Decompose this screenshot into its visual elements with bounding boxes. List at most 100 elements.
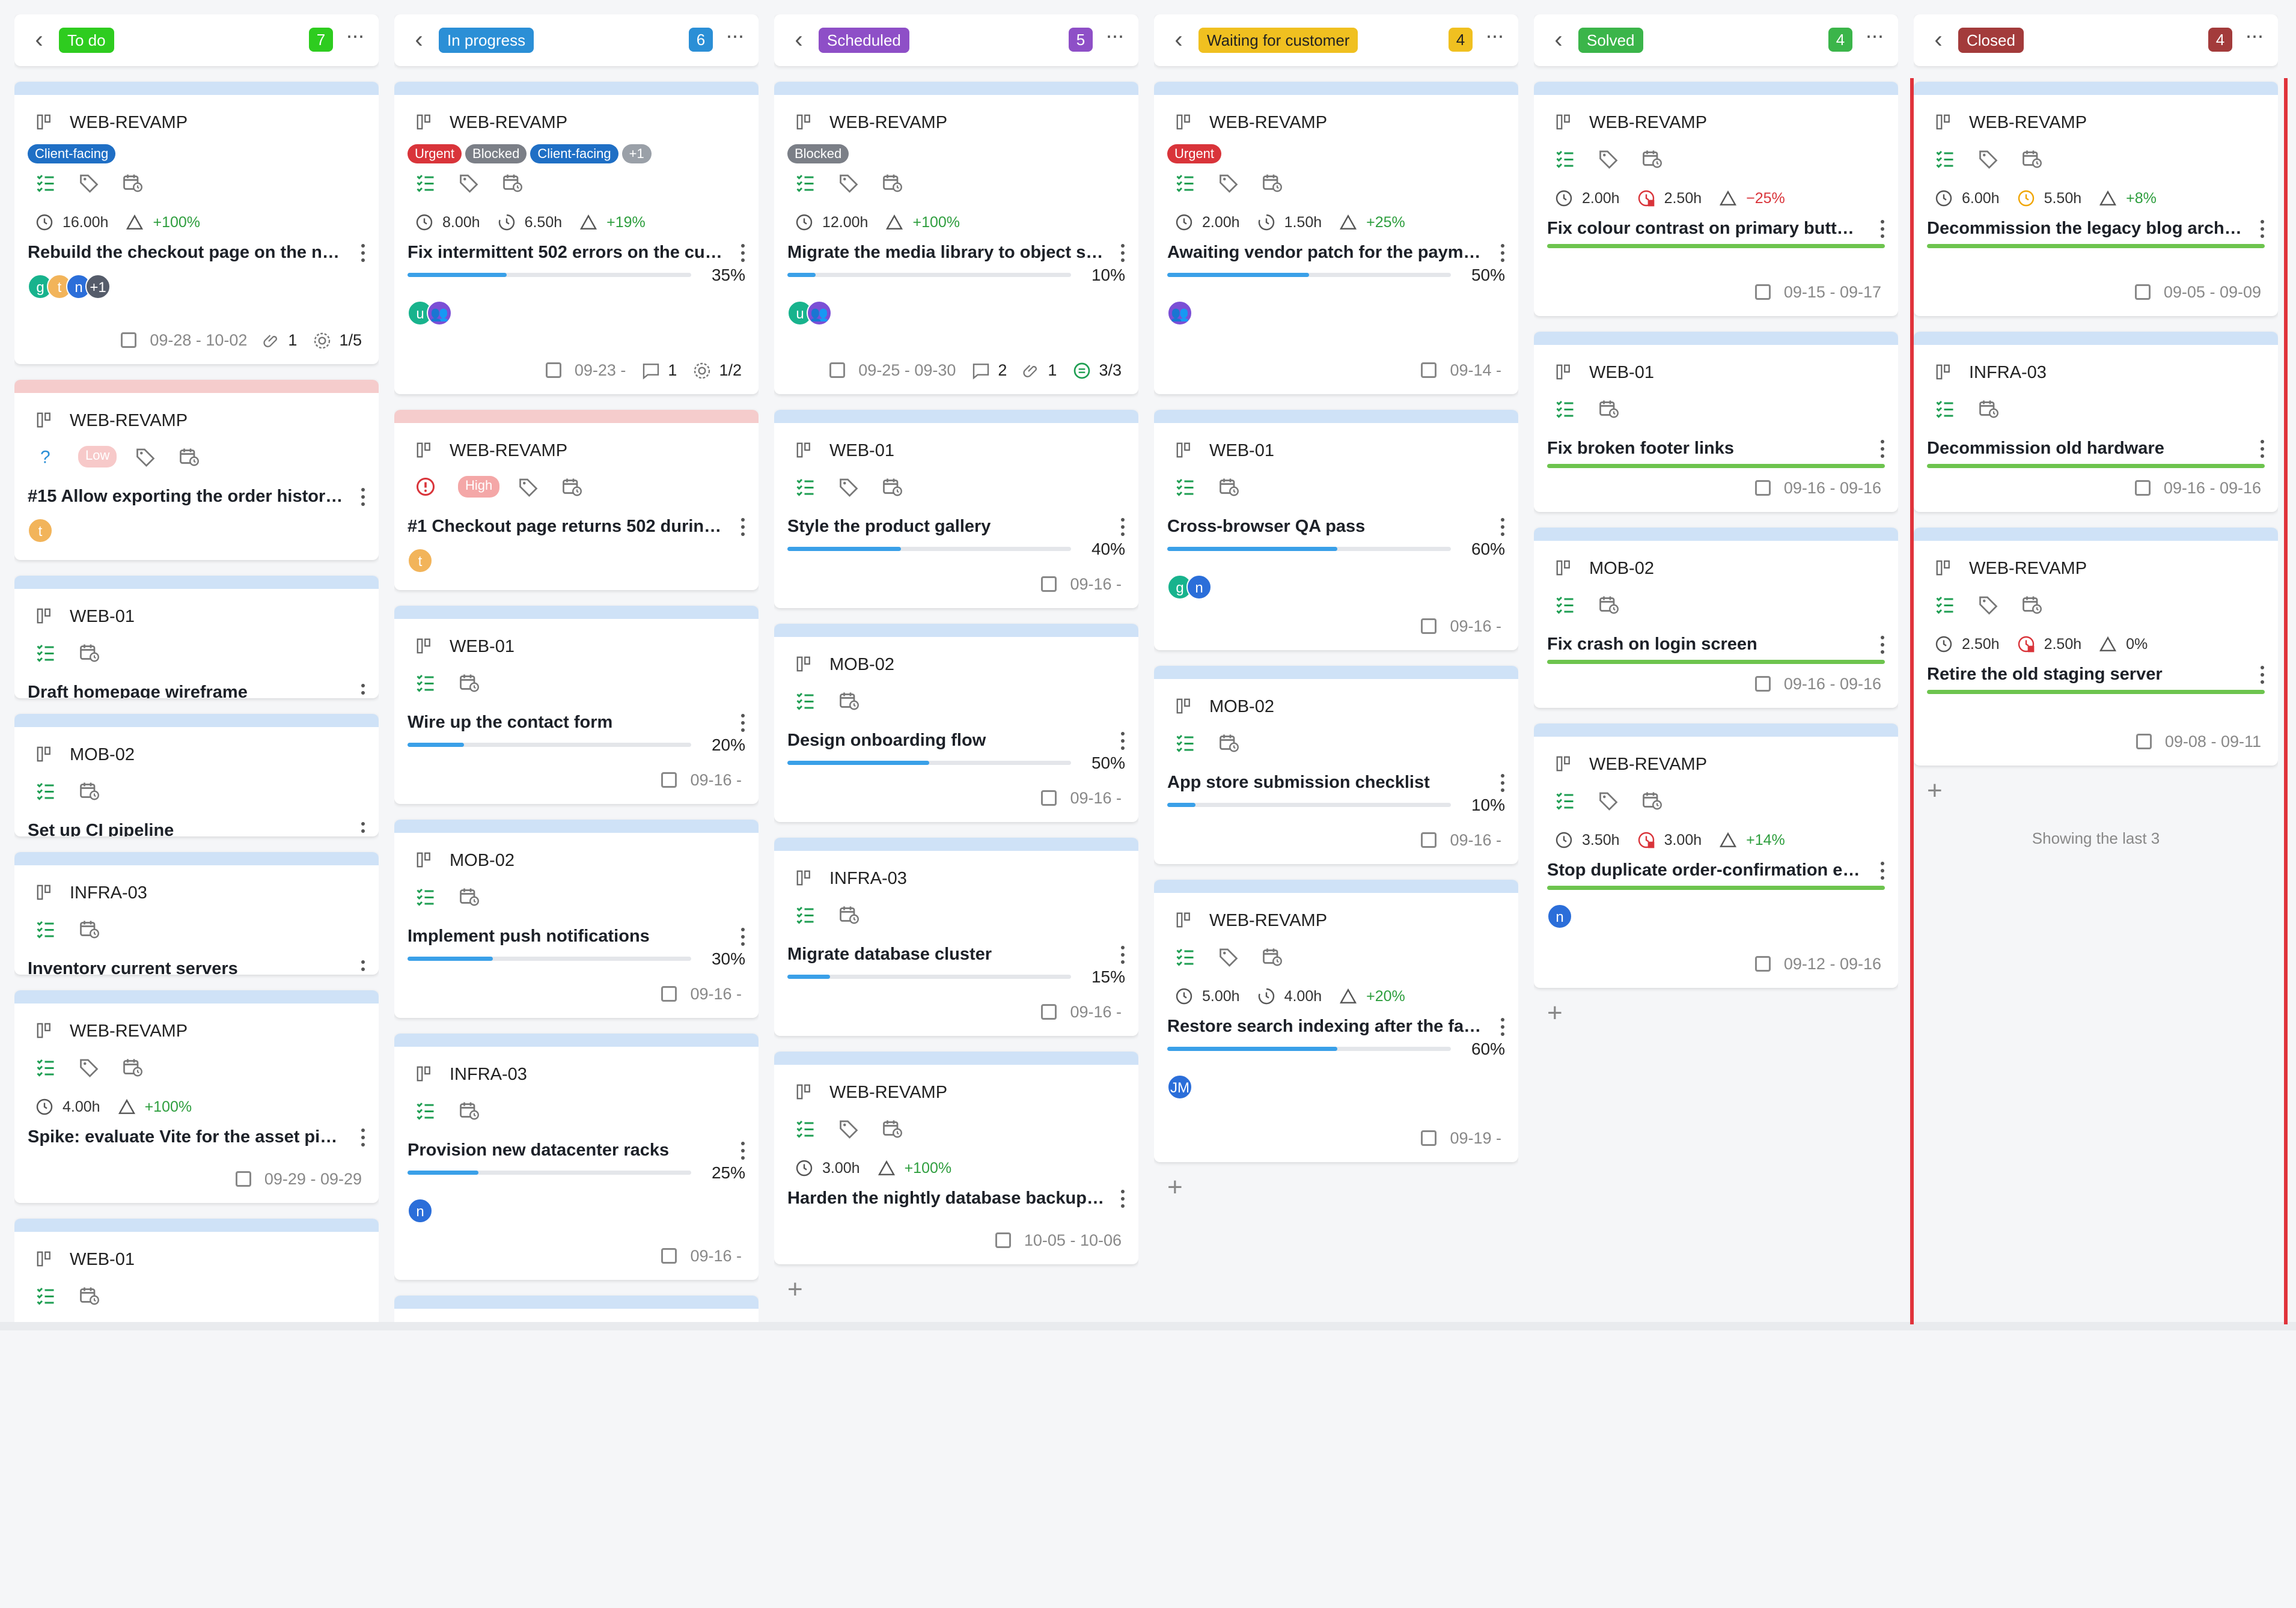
card-title[interactable]: Fix broken footer links xyxy=(1547,436,1864,460)
calendar-clock-icon[interactable] xyxy=(1641,790,1662,811)
card-title[interactable]: Migrate database cluster xyxy=(787,942,1105,966)
calendar-clock-icon[interactable] xyxy=(121,172,143,193)
card-title[interactable]: Wire up the contact form xyxy=(408,710,725,734)
avatar[interactable]: JM xyxy=(1167,1074,1192,1100)
card-menu-icon[interactable] xyxy=(1119,732,1125,750)
task-card[interactable]: WEB-01 Style the product gallery 40% 09-16 … xyxy=(774,410,1138,608)
column-more-icon[interactable]: ··· xyxy=(1862,25,1886,50)
card-title[interactable]: Provision new datacenter racks xyxy=(408,1138,725,1162)
calendar-clock-icon[interactable] xyxy=(78,780,100,802)
task-card[interactable]: MOB-02 Implement push notifications 30% 09-… xyxy=(394,820,759,1018)
card-title[interactable]: Rebuild the checkout page on the new des… xyxy=(28,240,345,264)
card-menu-icon[interactable] xyxy=(359,488,365,506)
calendar-clock-icon[interactable] xyxy=(881,1118,903,1139)
task-card[interactable]: WEB-REVAMP Urgent 2.00h 1.50h +25% Awaiting v… xyxy=(1154,82,1518,394)
task-card[interactable]: WEB-REVAMP 2.00h 2.50h −25% Fix colour contr… xyxy=(1534,82,1898,316)
checklist-icon[interactable] xyxy=(415,172,436,193)
checklist-icon[interactable] xyxy=(795,1118,816,1139)
checklist-icon[interactable] xyxy=(795,904,816,925)
card-title[interactable]: #15 Allow exporting the order history as… xyxy=(28,484,345,508)
calendar-clock-icon[interactable] xyxy=(1261,946,1283,967)
tag-chip[interactable]: Blocked xyxy=(465,144,527,163)
checklist-icon[interactable] xyxy=(1174,172,1196,193)
calendar-clock-icon[interactable] xyxy=(178,446,200,467)
tag-chip[interactable]: Urgent xyxy=(1167,144,1222,163)
card-menu-icon[interactable] xyxy=(1879,862,1885,880)
task-card[interactable]: INFRA-03 Inventory current servers xyxy=(14,852,379,975)
checklist-icon[interactable] xyxy=(35,780,56,802)
tag-icon[interactable] xyxy=(838,476,859,498)
avatar[interactable]: 👥 xyxy=(807,300,832,326)
column-more-icon[interactable]: ··· xyxy=(343,25,367,50)
checklist-icon[interactable] xyxy=(1174,476,1196,498)
card-menu-icon[interactable] xyxy=(359,684,365,698)
checklist-icon[interactable] xyxy=(35,172,56,193)
calendar-clock-icon[interactable] xyxy=(121,1056,143,1078)
add-card-button[interactable]: + xyxy=(1547,1000,1563,1026)
task-card[interactable]: WEB-REVAMP 3.50h 3.00h +14% Stop duplicate o… xyxy=(1534,723,1898,988)
card-title[interactable]: Spike: evaluate Vite for the asset pipel… xyxy=(28,1125,345,1149)
card-menu-icon[interactable] xyxy=(2259,440,2265,458)
tag-chip[interactable]: Urgent xyxy=(408,144,462,163)
column-more-icon[interactable]: ··· xyxy=(2242,25,2266,50)
card-menu-icon[interactable] xyxy=(739,714,745,732)
calendar-clock-icon[interactable] xyxy=(881,172,903,193)
question-icon[interactable]: ? xyxy=(35,446,56,467)
task-card[interactable]: WEB-REVAMP 6.00h 5.50h +8% Decommission the … xyxy=(1914,82,2278,316)
checklist-icon[interactable] xyxy=(795,172,816,193)
task-card[interactable]: WEB-01 Wire up the contact form 20% 09-16 - xyxy=(394,606,759,804)
task-card[interactable]: WEB-REVAMP Urgent Blocked Client-facing +1 8.… xyxy=(394,82,759,394)
tag-icon[interactable] xyxy=(1218,172,1239,193)
tag-icon[interactable] xyxy=(838,1118,859,1139)
task-card[interactable]: WEB-REVAMP xyxy=(394,1296,759,1322)
tag-icon[interactable] xyxy=(1218,946,1239,967)
card-menu-icon[interactable] xyxy=(359,1128,365,1147)
task-card[interactable]: WEB-REVAMP? Low #15 Allow exporting the or… xyxy=(14,380,379,560)
calendar-clock-icon[interactable] xyxy=(1598,398,1619,419)
avatar[interactable]: t xyxy=(28,518,53,543)
avatar[interactable]: n xyxy=(408,1198,433,1223)
tag-chip[interactable]: Blocked xyxy=(787,144,849,163)
tag-icon[interactable] xyxy=(135,446,156,467)
checklist-icon[interactable] xyxy=(35,1285,56,1306)
calendar-clock-icon[interactable] xyxy=(1218,732,1239,754)
avatar[interactable]: n xyxy=(1186,574,1212,600)
collapse-chevron-icon[interactable]: ‹ xyxy=(408,28,430,52)
card-title[interactable]: Style the product gallery xyxy=(787,514,1105,538)
calendar-clock-icon[interactable] xyxy=(2021,148,2042,169)
column-more-icon[interactable]: ··· xyxy=(722,25,747,50)
calendar-clock-icon[interactable] xyxy=(838,690,859,711)
checklist-icon[interactable] xyxy=(1554,398,1576,419)
calendar-clock-icon[interactable] xyxy=(881,476,903,498)
calendar-clock-icon[interactable] xyxy=(1641,148,1662,169)
avatar[interactable]: n xyxy=(1547,904,1572,929)
card-menu-icon[interactable] xyxy=(1499,1018,1505,1036)
calendar-clock-icon[interactable] xyxy=(838,904,859,925)
task-card[interactable]: WEB-01 Fix broken footer links 09-16 - 09-… xyxy=(1534,332,1898,512)
calendar-clock-icon[interactable] xyxy=(458,672,480,693)
card-title[interactable]: Stop duplicate order-confirmation emails xyxy=(1547,858,1864,882)
card-title[interactable]: Migrate the media library to object stor… xyxy=(787,240,1105,264)
checklist-icon[interactable] xyxy=(415,886,436,907)
card-menu-icon[interactable] xyxy=(2259,666,2265,684)
checklist-icon[interactable] xyxy=(35,642,56,663)
checklist-icon[interactable] xyxy=(1934,398,1956,419)
tag-icon[interactable] xyxy=(78,1056,100,1078)
avatar[interactable]: 👥 xyxy=(427,300,452,326)
calendar-clock-icon[interactable] xyxy=(78,918,100,940)
card-menu-icon[interactable] xyxy=(739,928,745,946)
card-menu-icon[interactable] xyxy=(1119,518,1125,536)
tag-icon[interactable] xyxy=(458,172,480,193)
tag-chip[interactable]: Client-facing xyxy=(28,144,116,163)
card-title[interactable]: #1 Checkout page returns 502 during peak… xyxy=(408,514,725,538)
calendar-clock-icon[interactable] xyxy=(2021,594,2042,615)
add-card-button[interactable]: + xyxy=(1927,778,1943,804)
checklist-icon[interactable] xyxy=(415,1100,436,1121)
tag-icon[interactable] xyxy=(1977,148,1999,169)
alert-icon[interactable] xyxy=(415,476,436,498)
card-title[interactable]: Fix colour contrast on primary buttons xyxy=(1547,216,1864,240)
card-title[interactable]: Inventory current servers xyxy=(28,957,345,975)
card-menu-icon[interactable] xyxy=(1499,774,1505,792)
tag-icon[interactable] xyxy=(1598,790,1619,811)
task-card[interactable]: WEB-REVAMP Client-facing 16.00h +100% Rebuil… xyxy=(14,82,379,364)
